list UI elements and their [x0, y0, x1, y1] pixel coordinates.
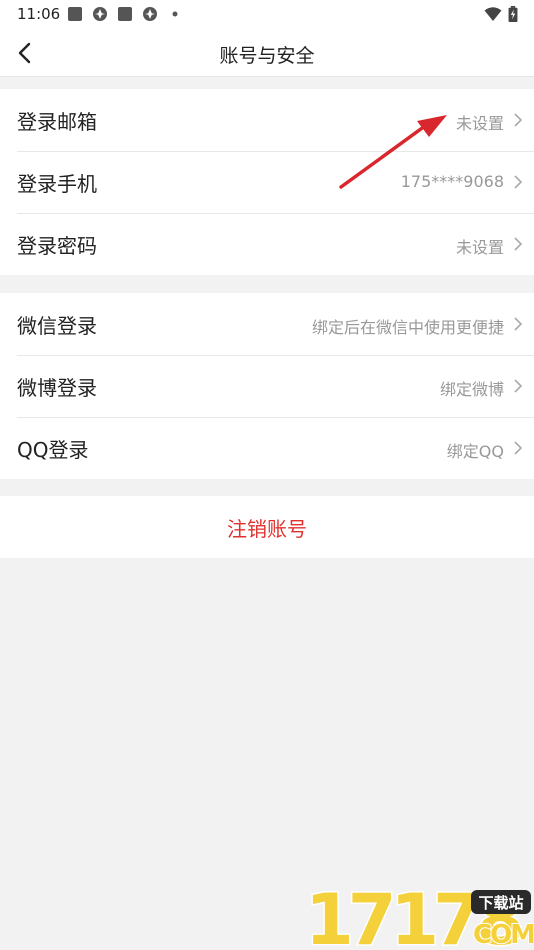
pinwheel-icon	[93, 7, 107, 21]
watermark-badge: 下载站	[478, 894, 523, 912]
row-value: 未设置	[455, 238, 504, 257]
row-value: 绑定后在微信中使用更便捷	[311, 318, 504, 337]
row-label: 登录邮箱	[17, 110, 97, 134]
page-title: 账号与安全	[219, 45, 315, 67]
row-label: 登录手机	[17, 172, 97, 196]
pinwheel-icon	[143, 7, 157, 21]
row-label: 微信登录	[17, 314, 97, 338]
watermark-suffix: COM	[473, 920, 533, 948]
settings-group-social: 微信登录 绑定后在微信中使用更便捷 微博登录 绑定微博 QQ登录 绑定QQ	[0, 293, 534, 479]
status-time: 11:06	[17, 5, 61, 23]
dot-icon	[172, 11, 178, 17]
square-notification-icon	[68, 7, 82, 21]
row-login-email[interactable]: 登录邮箱 未设置	[0, 89, 534, 151]
chevron-right-icon	[514, 113, 523, 127]
delete-account-label: 注销账号	[227, 517, 307, 541]
settings-group-login: 登录邮箱 未设置 登录手机 175****9068 登录密码 未设置	[0, 89, 534, 275]
delete-account-button[interactable]: 注销账号	[0, 496, 534, 558]
wifi-icon	[484, 7, 502, 21]
row-login-password[interactable]: 登录密码 未设置	[0, 213, 534, 275]
square-notification-icon	[118, 7, 132, 21]
row-login-phone[interactable]: 登录手机 175****9068	[0, 151, 534, 213]
chevron-right-icon	[514, 237, 523, 251]
row-label: QQ登录	[17, 438, 89, 462]
row-label: 微博登录	[17, 376, 97, 400]
row-value: 绑定微博	[439, 380, 504, 399]
chevron-right-icon	[514, 379, 523, 393]
row-qq-login[interactable]: QQ登录 绑定QQ	[0, 417, 534, 479]
watermark-logo: 17178 下载站 COM	[305, 882, 533, 948]
nav-bar: 账号与安全	[0, 30, 534, 77]
row-value: 未设置	[455, 114, 504, 133]
chevron-right-icon	[514, 317, 523, 331]
battery-charging-icon	[508, 6, 518, 22]
row-weibo-login[interactable]: 微博登录 绑定微博	[0, 355, 534, 417]
row-value: 绑定QQ	[446, 442, 504, 461]
chevron-right-icon	[514, 175, 523, 189]
status-bar: 11:06	[0, 0, 534, 30]
row-label: 登录密码	[17, 234, 97, 258]
chevron-right-icon	[514, 441, 523, 455]
row-value: 175****9068	[400, 172, 504, 191]
row-wechat-login[interactable]: 微信登录 绑定后在微信中使用更便捷	[0, 293, 534, 355]
